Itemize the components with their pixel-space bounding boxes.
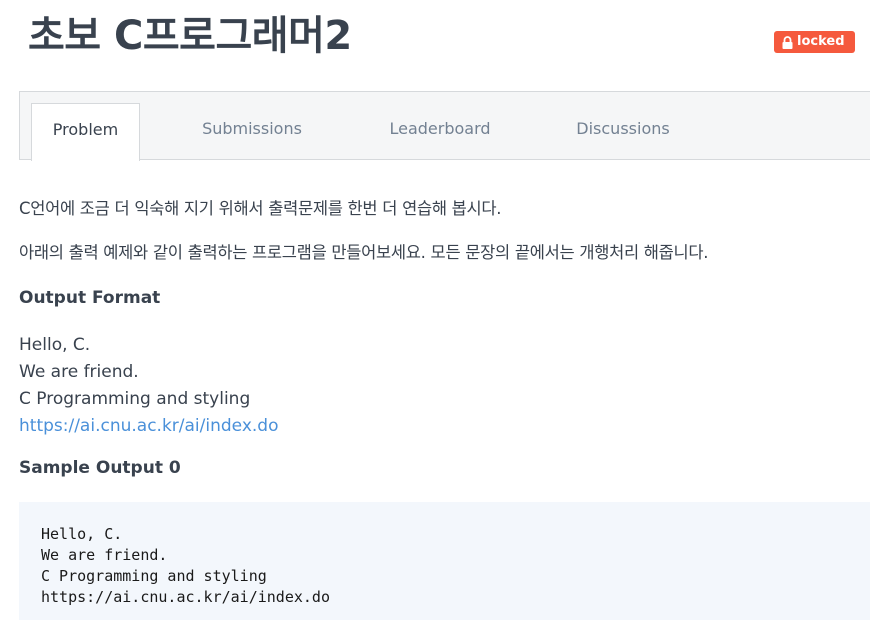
output-format-body: Hello, C. We are friend. C Programming a…: [19, 332, 278, 440]
statement-paragraph: C언어에 조금 더 익숙해 지기 위해서 출력문제를 한번 더 연습해 봅시다.: [19, 199, 502, 218]
output-line: C Programming and styling: [19, 389, 251, 409]
sample-output-heading: Sample Output 0: [19, 458, 181, 478]
output-link[interactable]: https://ai.cnu.ac.kr/ai/index.do: [19, 416, 278, 436]
tab-problem[interactable]: Problem: [31, 103, 140, 161]
tab-submissions[interactable]: Submissions: [192, 103, 312, 161]
sample-output-code: Hello, C. We are friend. C Programming a…: [41, 525, 330, 606]
sample-output-block: Hello, C. We are friend. C Programming a…: [19, 502, 870, 620]
tab-leaderboard[interactable]: Leaderboard: [375, 103, 505, 161]
page-title: 초보 C프로그래머2: [28, 13, 352, 59]
locked-badge: locked: [774, 31, 855, 53]
problem-page: 초보 C프로그래머2 locked Problem Submissions Le…: [0, 0, 870, 620]
tab-discussions[interactable]: Discussions: [563, 103, 683, 161]
output-format-heading: Output Format: [19, 288, 161, 308]
output-line: Hello, C.: [19, 335, 91, 355]
statement-paragraph: 아래의 출력 예제와 같이 출력하는 프로그램을 만들어보세요. 모든 문장의 …: [19, 243, 709, 262]
tab-bar: Problem Submissions Leaderboard Discussi…: [19, 91, 870, 161]
lock-icon: [782, 35, 793, 49]
badge-label: locked: [797, 34, 845, 49]
output-line: We are friend.: [19, 362, 139, 382]
